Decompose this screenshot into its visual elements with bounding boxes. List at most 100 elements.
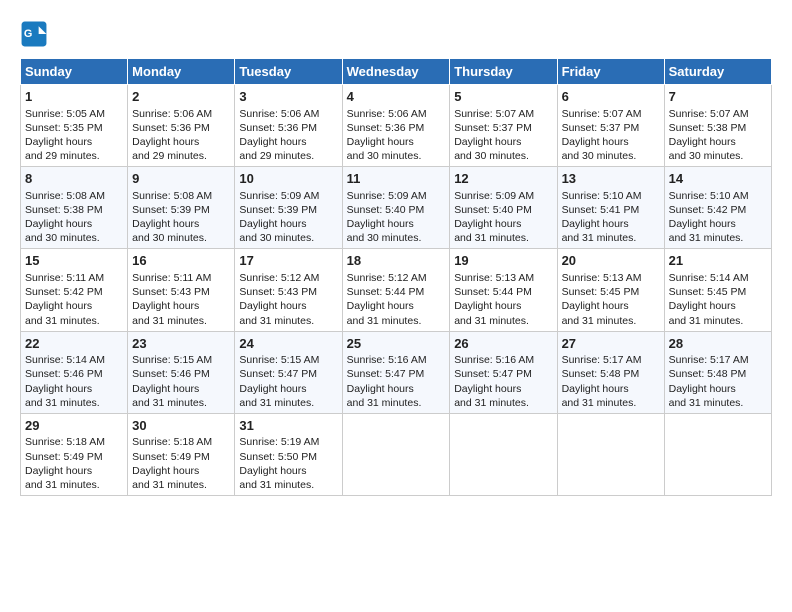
calendar-cell: [342, 413, 450, 495]
daylight-value: and 29 minutes.: [132, 150, 207, 162]
sunset-label: Sunset: 5:48 PM: [562, 368, 640, 380]
sunrise-label: Sunrise: 5:07 AM: [562, 108, 642, 120]
sunrise-label: Sunrise: 5:11 AM: [25, 272, 104, 284]
daylight-value: and 30 minutes.: [25, 232, 100, 244]
day-header-wednesday: Wednesday: [342, 59, 450, 85]
daylight-label: Daylight hours: [25, 136, 92, 148]
daylight-label: Daylight hours: [25, 300, 92, 312]
calendar-cell: 9Sunrise: 5:08 AMSunset: 5:39 PMDaylight…: [128, 167, 235, 249]
day-number: 31: [239, 417, 337, 435]
sunrise-label: Sunrise: 5:14 AM: [25, 354, 105, 366]
daylight-label: Daylight hours: [25, 218, 92, 230]
sunset-label: Sunset: 5:40 PM: [454, 204, 532, 216]
sunrise-label: Sunrise: 5:12 AM: [239, 272, 319, 284]
calendar-cell: 5Sunrise: 5:07 AMSunset: 5:37 PMDaylight…: [450, 85, 557, 167]
daylight-value: and 31 minutes.: [669, 315, 744, 327]
day-number: 10: [239, 170, 337, 188]
calendar-cell: 16Sunrise: 5:11 AMSunset: 5:43 PMDayligh…: [128, 249, 235, 331]
daylight-value: and 30 minutes.: [669, 150, 744, 162]
sunset-label: Sunset: 5:35 PM: [25, 122, 103, 134]
daylight-label: Daylight hours: [347, 383, 414, 395]
sunset-label: Sunset: 5:47 PM: [347, 368, 425, 380]
daylight-label: Daylight hours: [669, 136, 736, 148]
day-number: 15: [25, 252, 123, 270]
sunset-label: Sunset: 5:37 PM: [454, 122, 532, 134]
day-number: 29: [25, 417, 123, 435]
sunrise-label: Sunrise: 5:06 AM: [347, 108, 427, 120]
svg-text:G: G: [24, 28, 32, 40]
daylight-value: and 31 minutes.: [132, 479, 207, 491]
daylight-label: Daylight hours: [132, 465, 199, 477]
daylight-value: and 31 minutes.: [347, 397, 422, 409]
sunset-label: Sunset: 5:37 PM: [562, 122, 640, 134]
sunrise-label: Sunrise: 5:15 AM: [239, 354, 319, 366]
daylight-label: Daylight hours: [669, 218, 736, 230]
calendar-cell: 21Sunrise: 5:14 AMSunset: 5:45 PMDayligh…: [664, 249, 771, 331]
sunrise-label: Sunrise: 5:11 AM: [132, 272, 211, 284]
daylight-value: and 30 minutes.: [347, 232, 422, 244]
daylight-label: Daylight hours: [454, 300, 521, 312]
sunrise-label: Sunrise: 5:10 AM: [562, 190, 642, 202]
daylight-label: Daylight hours: [347, 136, 414, 148]
sunset-label: Sunset: 5:49 PM: [25, 451, 103, 463]
day-number: 14: [669, 170, 767, 188]
daylight-label: Daylight hours: [25, 383, 92, 395]
daylight-value: and 29 minutes.: [25, 150, 100, 162]
sunset-label: Sunset: 5:42 PM: [669, 204, 747, 216]
daylight-label: Daylight hours: [132, 383, 199, 395]
calendar-cell: 7Sunrise: 5:07 AMSunset: 5:38 PMDaylight…: [664, 85, 771, 167]
calendar-cell: 28Sunrise: 5:17 AMSunset: 5:48 PMDayligh…: [664, 331, 771, 413]
sunset-label: Sunset: 5:43 PM: [239, 286, 317, 298]
sunset-label: Sunset: 5:45 PM: [562, 286, 640, 298]
daylight-value: and 31 minutes.: [25, 479, 100, 491]
sunrise-label: Sunrise: 5:09 AM: [454, 190, 534, 202]
day-number: 21: [669, 252, 767, 270]
daylight-label: Daylight hours: [562, 218, 629, 230]
daylight-value: and 31 minutes.: [239, 397, 314, 409]
daylight-value: and 31 minutes.: [132, 397, 207, 409]
daylight-label: Daylight hours: [239, 465, 306, 477]
daylight-value: and 31 minutes.: [562, 397, 637, 409]
sunrise-label: Sunrise: 5:19 AM: [239, 436, 319, 448]
sunset-label: Sunset: 5:36 PM: [347, 122, 425, 134]
day-number: 1: [25, 88, 123, 106]
sunset-label: Sunset: 5:49 PM: [132, 451, 210, 463]
calendar-cell: 14Sunrise: 5:10 AMSunset: 5:42 PMDayligh…: [664, 167, 771, 249]
sunrise-label: Sunrise: 5:13 AM: [454, 272, 534, 284]
sunset-label: Sunset: 5:48 PM: [669, 368, 747, 380]
daylight-label: Daylight hours: [132, 300, 199, 312]
daylight-label: Daylight hours: [454, 218, 521, 230]
calendar-cell: 24Sunrise: 5:15 AMSunset: 5:47 PMDayligh…: [235, 331, 342, 413]
sunrise-label: Sunrise: 5:18 AM: [25, 436, 105, 448]
day-number: 8: [25, 170, 123, 188]
calendar-cell: 17Sunrise: 5:12 AMSunset: 5:43 PMDayligh…: [235, 249, 342, 331]
daylight-value: and 31 minutes.: [25, 315, 100, 327]
day-header-monday: Monday: [128, 59, 235, 85]
daylight-label: Daylight hours: [347, 300, 414, 312]
sunrise-label: Sunrise: 5:07 AM: [669, 108, 749, 120]
day-number: 17: [239, 252, 337, 270]
calendar-cell: 20Sunrise: 5:13 AMSunset: 5:45 PMDayligh…: [557, 249, 664, 331]
day-number: 25: [347, 335, 446, 353]
day-number: 22: [25, 335, 123, 353]
day-header-friday: Friday: [557, 59, 664, 85]
sunset-label: Sunset: 5:38 PM: [669, 122, 747, 134]
day-number: 4: [347, 88, 446, 106]
day-number: 6: [562, 88, 660, 106]
sunrise-label: Sunrise: 5:08 AM: [25, 190, 105, 202]
sunrise-label: Sunrise: 5:09 AM: [239, 190, 319, 202]
calendar-cell: 2Sunrise: 5:06 AMSunset: 5:36 PMDaylight…: [128, 85, 235, 167]
day-number: 11: [347, 170, 446, 188]
logo-icon: G: [20, 20, 48, 48]
day-header-tuesday: Tuesday: [235, 59, 342, 85]
sunset-label: Sunset: 5:36 PM: [132, 122, 210, 134]
calendar-cell: 6Sunrise: 5:07 AMSunset: 5:37 PMDaylight…: [557, 85, 664, 167]
daylight-value: and 31 minutes.: [239, 315, 314, 327]
calendar-cell: 26Sunrise: 5:16 AMSunset: 5:47 PMDayligh…: [450, 331, 557, 413]
sunrise-label: Sunrise: 5:15 AM: [132, 354, 212, 366]
daylight-label: Daylight hours: [132, 136, 199, 148]
day-header-sunday: Sunday: [21, 59, 128, 85]
sunset-label: Sunset: 5:36 PM: [239, 122, 317, 134]
sunrise-label: Sunrise: 5:17 AM: [669, 354, 749, 366]
daylight-value: and 31 minutes.: [239, 479, 314, 491]
